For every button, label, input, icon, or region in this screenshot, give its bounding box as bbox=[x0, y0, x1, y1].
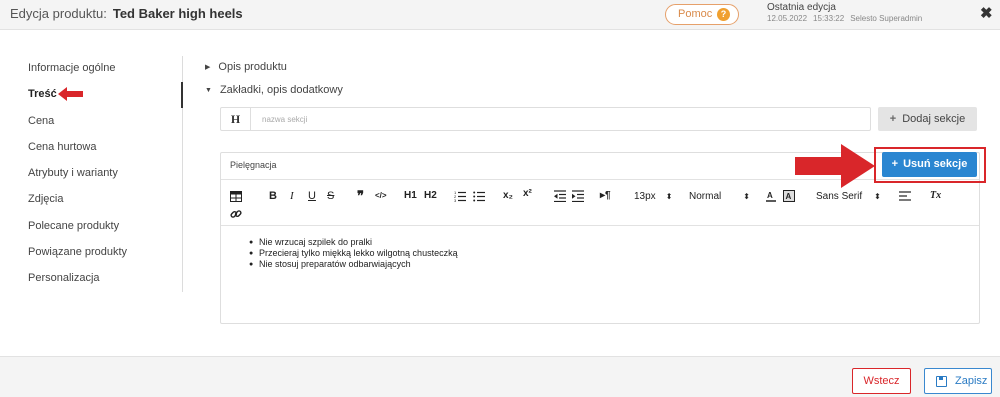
link-icon[interactable] bbox=[230, 208, 242, 220]
svg-text:3: 3 bbox=[454, 198, 457, 202]
table-icon[interactable] bbox=[230, 191, 242, 202]
font-family-value: Sans Serif bbox=[816, 191, 863, 202]
modal-footer: Wstecz Zapisz bbox=[0, 356, 1000, 397]
background-color-icon[interactable]: A bbox=[783, 190, 795, 202]
editor-content[interactable]: Nie wrzucaj szpilek do pralki Przecieraj… bbox=[249, 237, 458, 270]
font-size-select[interactable]: 13px ⬍ bbox=[634, 191, 672, 202]
code-icon[interactable]: </> bbox=[375, 191, 387, 200]
last-edit-info: Ostatnia edycja 12.05.2022 15:33:22 Selest… bbox=[767, 3, 928, 24]
font-family-select[interactable]: Sans Serif ⬍ bbox=[816, 191, 881, 202]
quote-icon[interactable]: ❞ bbox=[357, 188, 364, 204]
back-button[interactable]: Wstecz bbox=[852, 368, 911, 394]
text-direction-icon[interactable]: ▸¶ bbox=[600, 190, 611, 201]
bold-icon[interactable]: B bbox=[269, 190, 277, 202]
help-button[interactable]: Pomoc ? bbox=[665, 4, 739, 25]
list-item: Przecieraj tylko miękką lekko wilgotną c… bbox=[249, 248, 458, 259]
help-label: Pomoc bbox=[678, 8, 713, 20]
list-item: Nie wrzucaj szpilek do pralki bbox=[249, 237, 458, 248]
heading-select[interactable]: Normal ⬍ bbox=[689, 191, 750, 202]
section-name-field: H bbox=[220, 107, 871, 131]
heading-2-icon[interactable]: H2 bbox=[424, 190, 437, 201]
question-icon: ? bbox=[717, 8, 730, 21]
ordered-list-icon[interactable]: 1 2 3 bbox=[454, 190, 466, 202]
sidebar-item-general[interactable]: Informacje ogólne bbox=[28, 58, 188, 84]
last-edit-user: Selesto Superadmin bbox=[850, 14, 923, 23]
list-item: Nie stosuj preparatów odbarwiających bbox=[249, 259, 458, 270]
close-icon[interactable]: ✖ bbox=[980, 4, 993, 22]
save-label: Zapisz bbox=[955, 375, 988, 387]
font-size-value: 13px bbox=[634, 191, 656, 202]
italic-icon[interactable]: I bbox=[290, 190, 294, 202]
section-title[interactable]: Pielęgnacja bbox=[230, 160, 277, 170]
caret-right-icon: ▶ bbox=[205, 64, 211, 71]
align-icon[interactable] bbox=[899, 190, 911, 202]
accordion-label: Zakładki, opis dodatkowy bbox=[219, 84, 343, 96]
accordion-product-description[interactable]: ▶ Opis produktu bbox=[205, 61, 287, 73]
indent-icon[interactable] bbox=[572, 190, 584, 202]
underline-icon[interactable]: U bbox=[308, 190, 316, 202]
font-color-icon[interactable]: A bbox=[765, 190, 777, 202]
sidebar-item-photos[interactable]: Zdjęcia bbox=[28, 189, 188, 215]
last-edit-time: 15:33:22 bbox=[813, 14, 845, 23]
plus-icon: + bbox=[891, 158, 899, 170]
sidebar-active-indicator bbox=[181, 82, 183, 108]
caret-down-icon: ▼ bbox=[205, 87, 212, 94]
sidebar: Informacje ogólne Treść Cena Cena hurtow… bbox=[28, 58, 188, 295]
sidebar-item-recommended[interactable]: Polecane produkty bbox=[28, 216, 188, 242]
outdent-icon[interactable] bbox=[554, 190, 566, 202]
heading-icon: H bbox=[221, 108, 251, 130]
sidebar-item-wholesale-price[interactable]: Cena hurtowa bbox=[28, 137, 188, 163]
chevron-updown-icon: ⬍ bbox=[665, 192, 673, 201]
last-edit-date: 12.05.2022 bbox=[767, 14, 808, 23]
heading-1-icon[interactable]: H1 bbox=[404, 190, 417, 201]
remove-section-button[interactable]: + Usuń sekcje bbox=[882, 152, 977, 177]
sidebar-item-attributes[interactable]: Atrybuty i warianty bbox=[28, 163, 188, 189]
remove-section-label: Usuń sekcje bbox=[903, 158, 968, 170]
accordion-tabs-additional[interactable]: ▼ Zakładki, opis dodatkowy bbox=[205, 84, 343, 96]
modal-header: Edycja produktu: Ted Baker high heels Pom… bbox=[0, 0, 1000, 30]
clear-format-icon[interactable]: Tx bbox=[930, 190, 941, 201]
product-name: Ted Baker high heels bbox=[112, 6, 243, 21]
bullet-list-icon[interactable] bbox=[473, 190, 485, 202]
red-arrow-right-icon bbox=[795, 144, 875, 188]
section-name-input[interactable] bbox=[252, 108, 867, 130]
svg-text:A: A bbox=[767, 191, 773, 200]
chevron-updown-icon: ⬍ bbox=[874, 192, 881, 201]
subscript-icon[interactable]: x₂ bbox=[503, 190, 513, 201]
sidebar-item-related[interactable]: Powiązane produkty bbox=[28, 242, 188, 268]
strikethrough-icon[interactable]: S bbox=[327, 190, 334, 202]
heading-value: Normal bbox=[689, 191, 722, 202]
accordion-label: Opis produktu bbox=[218, 61, 287, 73]
red-arrow-left-icon bbox=[58, 87, 83, 101]
save-button[interactable]: Zapisz bbox=[924, 368, 992, 394]
chevron-updown-icon: ⬍ bbox=[743, 192, 750, 201]
add-section-button[interactable]: + Dodaj sekcje bbox=[878, 107, 977, 131]
add-section-label: Dodaj sekcje bbox=[902, 113, 966, 125]
sidebar-item-personalization[interactable]: Personalizacja bbox=[28, 268, 188, 294]
last-edit-label: Ostatnia edycja bbox=[767, 2, 836, 13]
sidebar-item-price[interactable]: Cena bbox=[28, 111, 188, 137]
svg-text:A: A bbox=[786, 192, 792, 201]
plus-icon: + bbox=[889, 113, 897, 125]
floppy-disk-icon bbox=[936, 376, 947, 387]
superscript-icon[interactable]: x² bbox=[523, 188, 532, 199]
sidebar-item-content[interactable]: Treść bbox=[28, 84, 188, 110]
title-label: Edycja produktu: bbox=[10, 6, 107, 21]
page-title: Edycja produktu: Ted Baker high heels bbox=[10, 6, 243, 21]
